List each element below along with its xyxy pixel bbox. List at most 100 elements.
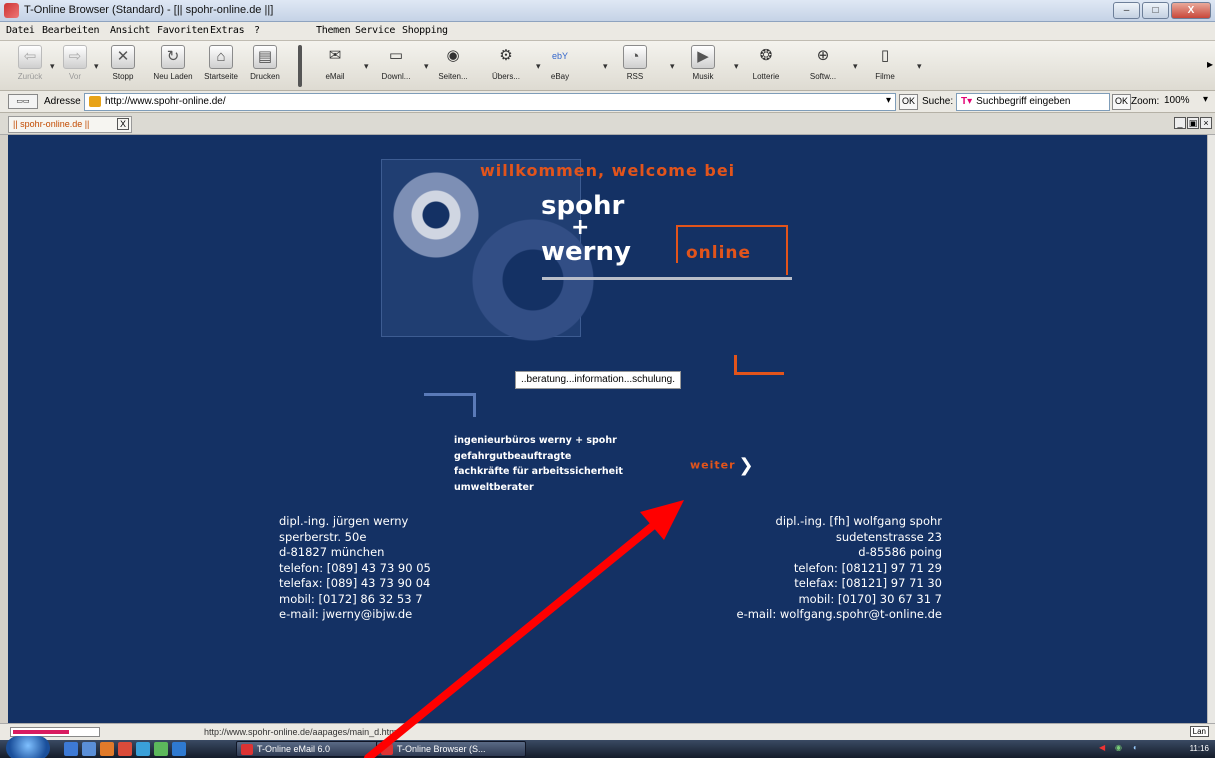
zoom-dropdown-icon: ▾ [1202,94,1208,105]
vertical-scrollbar[interactable] [1207,135,1215,723]
menu-extras[interactable]: Extras [210,25,245,36]
back-icon: ⇦ [18,45,42,69]
contact-line: sudetenstrasse 23 [835,529,942,544]
maximize-button[interactable]: □ [1142,2,1169,19]
minimize-button[interactable]: – [1113,2,1140,19]
film-dropdown-icon[interactable]: ▾ [917,61,922,72]
menu-service[interactable]: Service [355,25,395,36]
address-grip-icon: ▭▭ [8,94,38,109]
status-bar: http://www.spohr-online.de/aapages/main_… [0,723,1215,740]
address-dropdown-icon[interactable]: ▾ [886,95,891,106]
services-list: ingenieurbüros werny + spohr gefahrgutbe… [454,433,623,495]
address-input[interactable]: http://www.spohr-online.de/ ▾ [84,93,896,111]
tab-title: || spohr-online.de || [13,119,90,129]
ebay-button[interactable]: ebY eBay [530,45,590,81]
menu-bearbeiten[interactable]: Bearbeiten [42,25,100,36]
translate-icon: ⚙ [499,47,513,64]
orange-bracket-decoration [734,355,784,375]
quicklaunch-app-icon[interactable] [154,742,168,756]
lottery-label: Lotterie [752,72,780,81]
quicklaunch-explorer-icon[interactable] [82,742,96,756]
window-title: T-Online Browser (Standard) - [|| spohr-… [24,4,274,16]
software-button[interactable]: ⊕ Softw... [793,45,853,81]
quicklaunch-desktop-icon[interactable] [64,742,78,756]
start-button[interactable] [6,736,50,758]
quicklaunch-ie-icon[interactable] [172,742,186,756]
tab-close-window-icon[interactable]: × [1200,117,1212,129]
chevron-right-icon: ❯ [738,455,755,476]
print-button[interactable]: ▤ Drucken [235,45,295,81]
rss-label: RSS [626,72,644,81]
close-button[interactable]: X [1171,2,1211,19]
music-button[interactable]: ▶ Musik [673,45,733,81]
connection-indicator: Lan [1189,726,1209,737]
address-bar: ▭▭ Adresse http://www.spohr-online.de/ ▾… [0,91,1215,113]
contact-line: dipl.-ing. [fh] wolfgang spohr [775,514,942,528]
zoom-value: 100% [1164,95,1190,106]
contact-line: dipl.-ing. jürgen werny [279,514,409,528]
title-bar: T-Online Browser (Standard) - [|| spohr-… [0,0,1215,22]
tab-spohr-online[interactable]: || spohr-online.de || X [8,116,132,133]
zoom-select[interactable]: 100% ▾ [1160,93,1212,111]
toolbar-separator [298,45,302,87]
music-label: Musik [692,72,714,81]
pages-button[interactable]: ◉ Seiten... [423,45,483,81]
print-label: Drucken [250,72,280,81]
small-gear-graphic [386,165,486,265]
quicklaunch-firefox-icon[interactable] [100,742,114,756]
search-ok-button[interactable]: OK [1112,94,1132,110]
contact-spohr: dipl.-ing. [fh] wolfgang spohr sudetenst… [668,514,943,623]
service-item: fachkräfte für arbeitssicherheit [454,466,623,477]
tray-network-icon[interactable]: ◉ [1115,743,1122,752]
mail-icon: ✉ [328,47,342,64]
stop-icon: ✕ [111,45,135,69]
tab-close-icon[interactable]: X [117,118,129,130]
toolbar-more-icon[interactable]: ▸ [1207,57,1213,71]
email-link[interactable]: e-mail: jwerny@ibjw.de [279,607,431,623]
menu-shopping[interactable]: Shopping [402,25,448,36]
film-button[interactable]: ▯ Filme [855,45,915,81]
zoom-label: Zoom: [1131,96,1160,107]
tab-restore-icon[interactable]: ▣ [1187,117,1199,129]
quicklaunch-tonline-icon[interactable] [118,742,132,756]
clock: 11:16 [1189,744,1209,753]
menu-datei[interactable]: Datei [6,25,35,36]
service-item: gefahrgutbeauftragte [454,450,572,462]
lottery-button[interactable]: ❂ Lotterie [736,45,796,81]
search-input[interactable]: T▾ Suchbegriff eingeben [956,93,1110,111]
blue-bracket-decoration [424,393,476,417]
rss-icon: ◔ [623,45,647,69]
film-label: Filme [875,72,895,81]
software-label: Softw... [809,72,837,81]
search-placeholder: Suchbegriff eingeben [976,96,1071,107]
tray-warning-icon[interactable]: ◀ [1099,743,1105,752]
menu-help[interactable]: ? [254,25,260,36]
tray-volume-icon[interactable]: ◐ [1133,743,1138,752]
translate-button[interactable]: ⚙ Übers... [476,45,536,81]
web-page-content: willkommen, welcome bei spohr + werny on… [8,135,1207,723]
service-item: ingenieurbüros werny + spohr [454,435,617,446]
print-icon: ▤ [253,45,277,69]
pages-icon: ◉ [446,47,460,64]
rss-button[interactable]: ◔ RSS [605,45,665,81]
contact-line: telefon: [089] 43 73 90 05 [279,560,431,575]
email-app-icon [241,744,253,755]
email-link[interactable]: e-mail: wolfgang.spohr@t-online.de [668,607,943,623]
window-controls: – □ X [1113,2,1211,19]
menu-themen[interactable]: Themen [316,25,351,36]
reload-icon: ↻ [161,45,185,69]
address-ok-button[interactable]: OK [899,94,919,110]
menu-favoriten[interactable]: Favoriten [157,25,209,36]
contact-line: telefax: [08121] 97 71 30 [794,576,942,590]
tab-minimize-icon[interactable]: _ [1174,117,1186,129]
download-button[interactable]: ▭ Downl... [366,45,426,81]
taskbar-browser-item[interactable]: T-Online Browser (S... [376,741,526,757]
status-url: http://www.spohr-online.de/aapages/main_… [204,727,397,737]
weiter-link[interactable]: weiter ❯ [690,455,755,476]
quicklaunch-media-icon[interactable] [136,742,150,756]
taskbar-email-item[interactable]: T-Online eMail 6.0 [236,741,386,757]
forward-label: Vor [68,72,81,81]
ebay-icon: ebY [551,51,568,61]
email-button[interactable]: ✉ eMail [305,45,365,81]
menu-ansicht[interactable]: Ansicht [110,25,150,36]
